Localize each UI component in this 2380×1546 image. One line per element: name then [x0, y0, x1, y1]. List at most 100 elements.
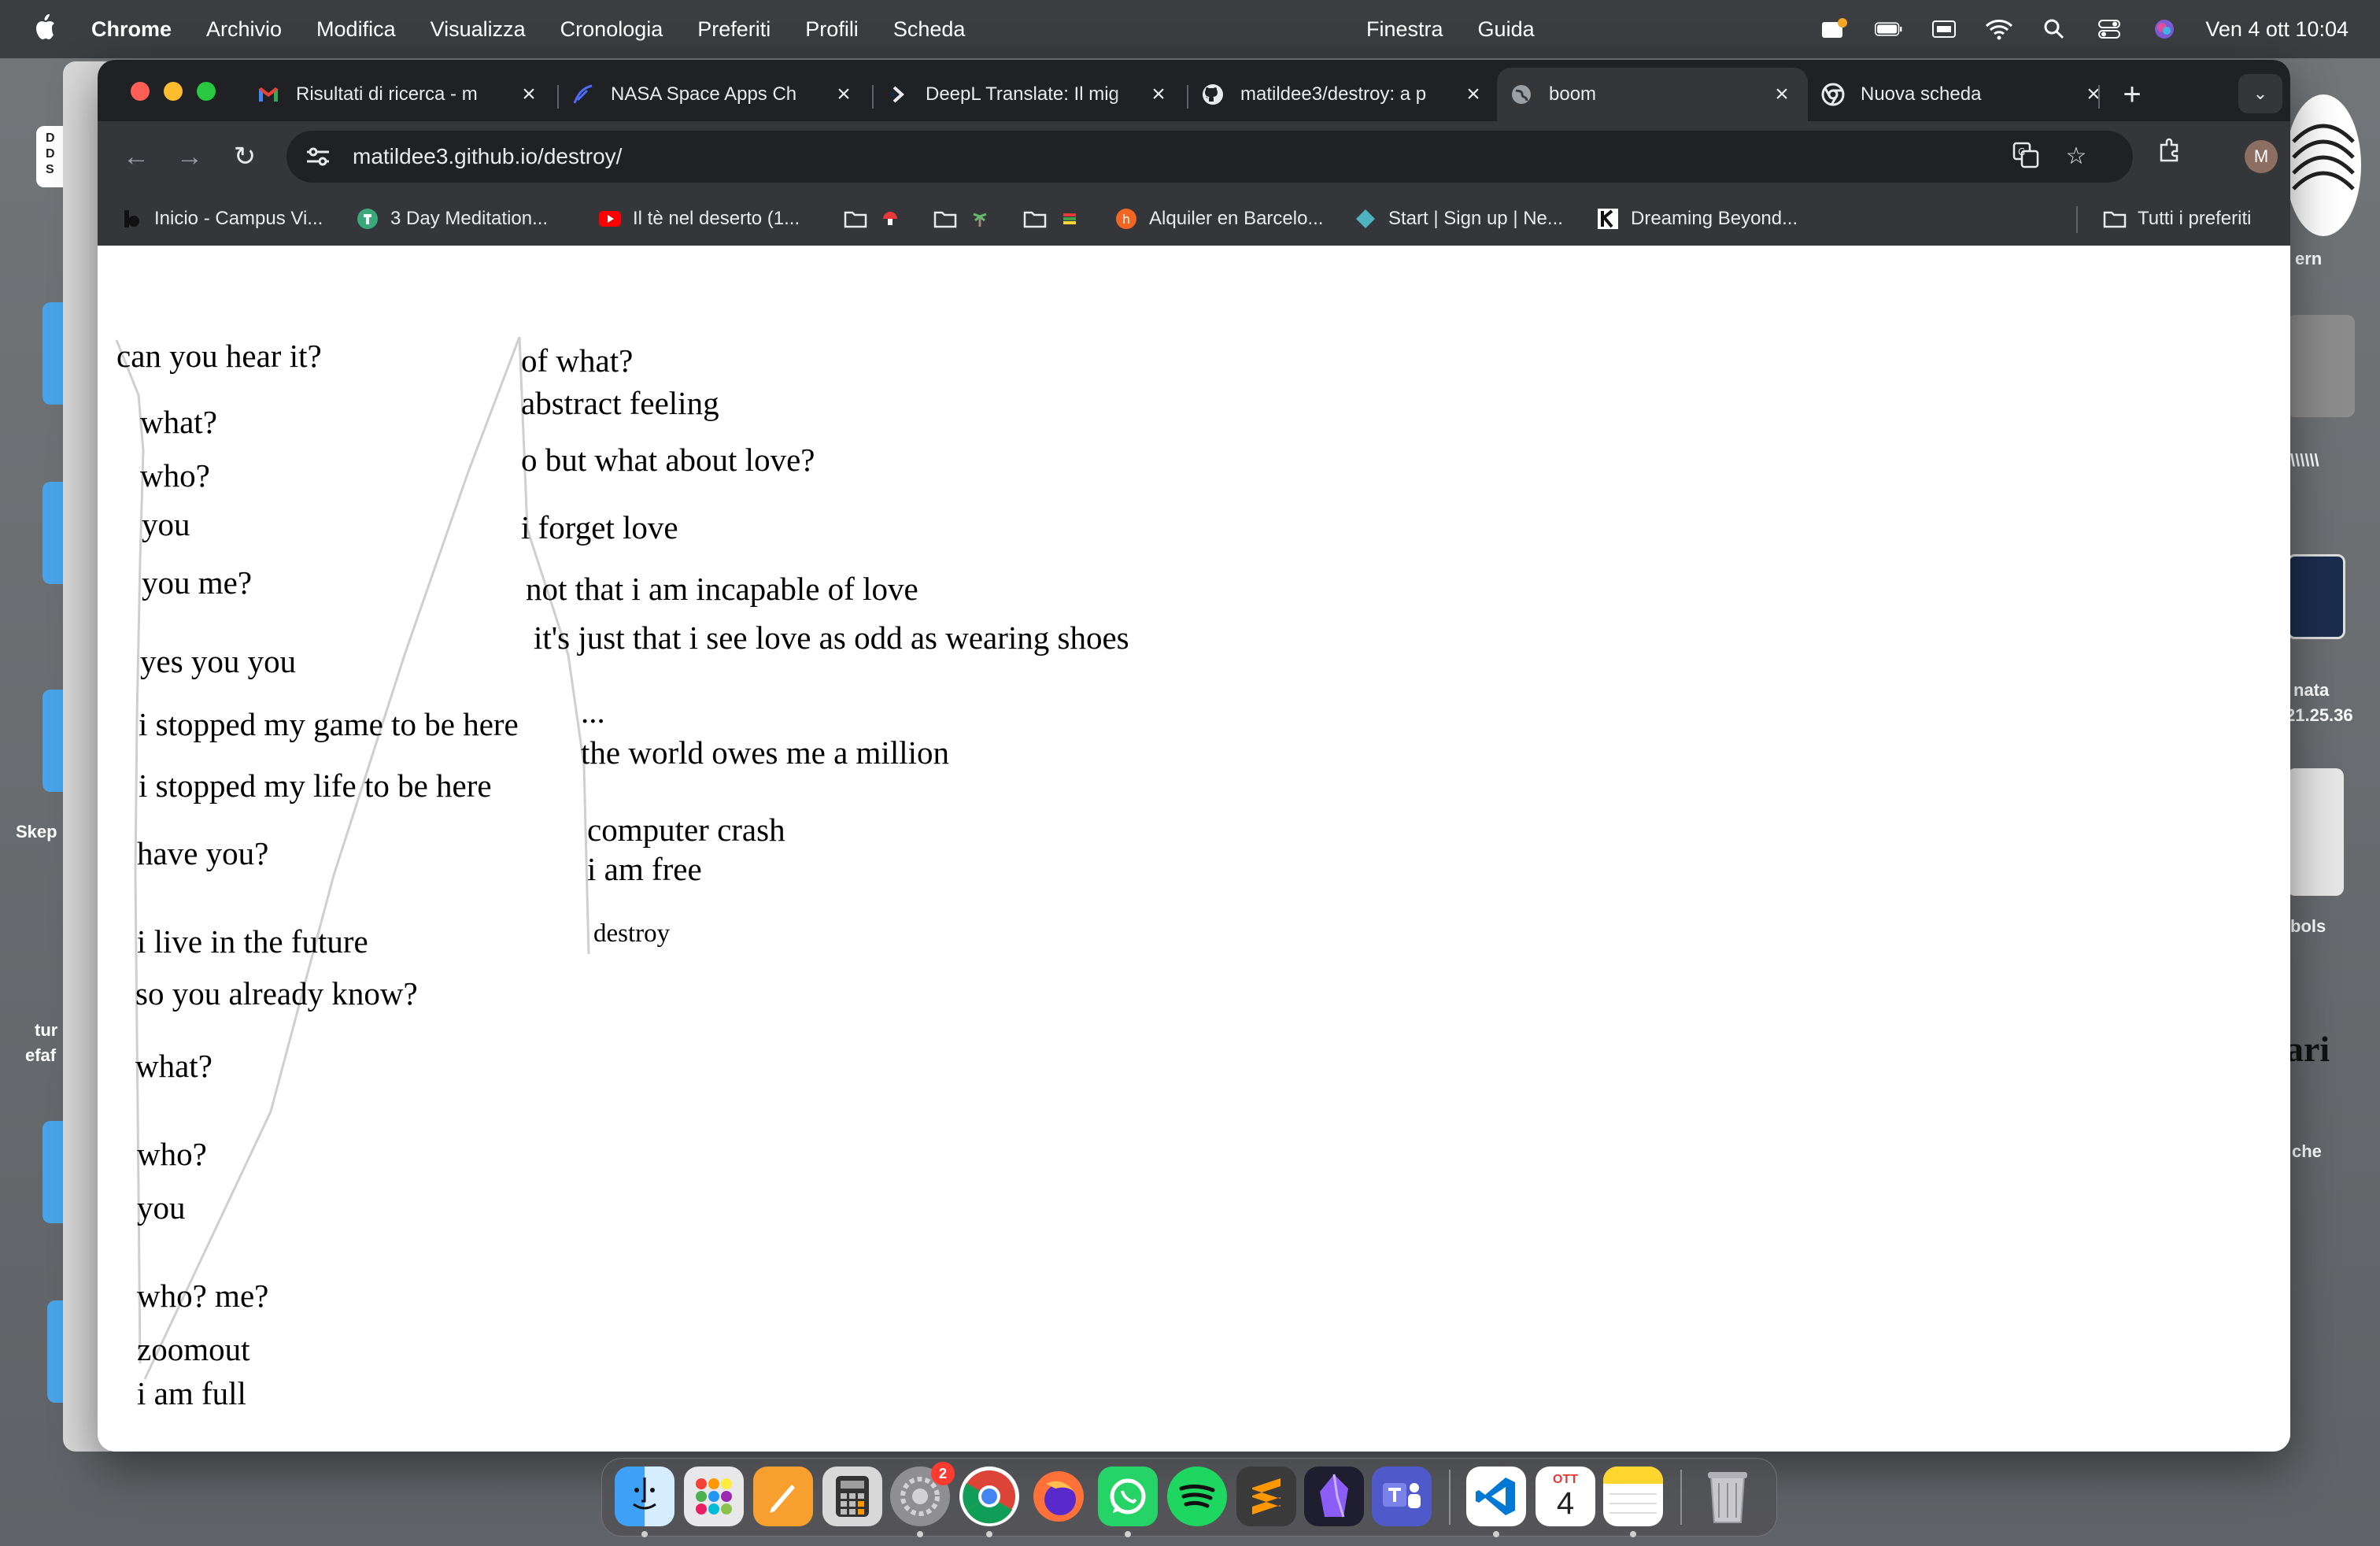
- spotify-icon[interactable]: [1167, 1466, 1227, 1526]
- folder-icon: [1023, 207, 1047, 231]
- menu-guida[interactable]: Guida: [1478, 17, 1535, 42]
- tab-nasa[interactable]: NASA Space Apps Ch ×: [559, 68, 870, 121]
- new-tab-button[interactable]: +: [2112, 76, 2152, 115]
- spotlight-search-icon[interactable]: [2040, 17, 2068, 41]
- poem-line: what?: [140, 404, 217, 440]
- desktop-image-icon[interactable]: [2286, 94, 2361, 236]
- calendar-day: 4: [1556, 1486, 1575, 1521]
- bookmark-all-folder[interactable]: Tutti i preferiti: [2103, 203, 2251, 235]
- bookmarks-bar: Inicio - Campus Vi... 3 Day Meditation..…: [98, 192, 2290, 246]
- bookmark-item[interactable]: Inicio - Campus Vi...: [120, 203, 323, 235]
- apple-menu-icon[interactable]: [33, 13, 65, 46]
- vscode-icon[interactable]: [1466, 1466, 1526, 1526]
- poem-line: you me?: [142, 564, 253, 601]
- profile-avatar[interactable]: M: [2245, 140, 2278, 173]
- launchpad-icon[interactable]: [684, 1466, 744, 1526]
- tab-title: matildee3/destroy: a p: [1240, 83, 1427, 105]
- calculator-icon[interactable]: [822, 1466, 882, 1526]
- finder-icon[interactable]: [615, 1466, 674, 1526]
- campus-icon: [120, 207, 143, 231]
- menu-app-name[interactable]: Chrome: [91, 17, 172, 42]
- bookmark-item[interactable]: 3 Day Meditation...: [356, 203, 548, 235]
- menu-preferiti[interactable]: Preferiti: [697, 17, 771, 42]
- trash-icon[interactable]: [1698, 1466, 1757, 1526]
- keyboard-icon[interactable]: [1930, 17, 1958, 41]
- firefox-icon[interactable]: [1029, 1466, 1088, 1526]
- pages-icon[interactable]: [753, 1466, 813, 1526]
- bookmark-folder[interactable]: [1023, 203, 1092, 235]
- tab-github[interactable]: matildee3/destroy: a p ×: [1188, 68, 1499, 121]
- menu-archivio[interactable]: Archivio: [206, 17, 282, 42]
- tab-search-chevron-icon[interactable]: ⌄: [2238, 74, 2282, 113]
- running-indicator: [917, 1531, 923, 1537]
- menu-finestra[interactable]: Finestra: [1366, 17, 1443, 42]
- sublime-icon[interactable]: [1236, 1466, 1296, 1526]
- battery-icon[interactable]: [1875, 17, 1903, 41]
- siri-icon[interactable]: [2150, 17, 2179, 41]
- bookmark-item[interactable]: h Alquiler en Barcelo...: [1114, 203, 1323, 235]
- browser-window: Risultati di ricerca - m × NASA Space Ap…: [98, 60, 2290, 1452]
- bookmark-star-icon[interactable]: ☆: [2060, 141, 2092, 172]
- wifi-icon[interactable]: [1985, 17, 2013, 41]
- url-text[interactable]: matildee3.github.io/destroy/: [353, 144, 622, 169]
- bookmark-label: Alquiler en Barcelo...: [1149, 208, 1324, 229]
- bookmark-folder[interactable]: [933, 203, 1003, 235]
- close-tab-icon[interactable]: ×: [1460, 81, 1487, 108]
- forward-arrow-icon[interactable]: →: [170, 137, 209, 176]
- tab-new-tab[interactable]: Nuova scheda ×: [1809, 68, 2119, 121]
- close-tab-icon[interactable]: ×: [516, 81, 542, 108]
- chrome-icon[interactable]: [959, 1466, 1019, 1526]
- poem-line: the world owes me a million: [581, 734, 949, 771]
- poem-line: i am free: [587, 851, 702, 887]
- desktop-label: efaf: [25, 1045, 57, 1065]
- translate-icon[interactable]: G: [2010, 141, 2042, 172]
- notification-icon[interactable]: [1820, 17, 1848, 41]
- running-indicator: [1630, 1531, 1636, 1537]
- menu-cronologia[interactable]: Cronologia: [560, 17, 663, 42]
- whatsapp-icon[interactable]: [1098, 1466, 1158, 1526]
- tab-gmail[interactable]: Risultati di ricerca - m ×: [244, 68, 555, 121]
- running-indicator: [1125, 1531, 1131, 1537]
- menu-modifica[interactable]: Modifica: [316, 17, 396, 42]
- bookmark-item[interactable]: Start | Sign up | Ne...: [1354, 203, 1563, 235]
- folder-icon: [933, 207, 957, 231]
- menu-scheda[interactable]: Scheda: [893, 17, 966, 42]
- back-arrow-icon[interactable]: ←: [116, 137, 156, 176]
- close-tab-icon[interactable]: ×: [1145, 81, 1172, 108]
- teams-icon[interactable]: [1372, 1466, 1432, 1526]
- bookmark-item[interactable]: Dreaming Beyond...: [1596, 203, 1798, 235]
- desktop: Chrome Archivio Modifica Visualizza Cron…: [0, 0, 2380, 1546]
- desktop-screenshot-icon[interactable]: [2287, 554, 2345, 639]
- poem-line: you: [137, 1189, 186, 1226]
- bookmark-folder[interactable]: [844, 203, 913, 235]
- tab-deepl[interactable]: DeepL Translate: Il mig ×: [874, 68, 1184, 121]
- poem-line: you: [142, 506, 190, 542]
- tab-boom[interactable]: boom ×: [1497, 68, 1808, 121]
- clock[interactable]: Ven 4 ott 10:04: [2205, 17, 2349, 42]
- close-tab-icon[interactable]: ×: [1768, 81, 1795, 108]
- desktop-photo-icon[interactable]: [2287, 315, 2355, 417]
- calendar-icon[interactable]: OTT 4: [1536, 1466, 1595, 1526]
- obsidian-icon[interactable]: [1304, 1466, 1364, 1526]
- palm-tree-icon: [968, 207, 992, 231]
- zoom-window-button[interactable]: [197, 82, 216, 101]
- desktop-document-icon[interactable]: [2287, 768, 2344, 896]
- poem-line: have you?: [137, 835, 269, 871]
- notes-icon[interactable]: [1603, 1466, 1663, 1526]
- close-tab-icon[interactable]: ×: [830, 81, 857, 108]
- minimize-window-button[interactable]: [164, 82, 183, 101]
- control-center-icon[interactable]: [2095, 17, 2123, 41]
- poem-line: i forget love: [521, 509, 678, 546]
- menu-visualizza[interactable]: Visualizza: [431, 17, 526, 42]
- menu-profili[interactable]: Profili: [805, 17, 859, 42]
- close-tab-icon[interactable]: ×: [2080, 81, 2107, 108]
- bookmark-item[interactable]: Il tè nel deserto (1...: [598, 203, 800, 235]
- close-window-button[interactable]: [131, 82, 150, 101]
- books-icon: [1058, 207, 1081, 231]
- extensions-icon[interactable]: [2150, 137, 2190, 176]
- address-bar[interactable]: matildee3.github.io/destroy/ G ☆: [286, 131, 2133, 183]
- reload-icon[interactable]: ↻: [225, 137, 264, 176]
- tab-title: Nuova scheda: [1861, 83, 1982, 105]
- site-info-icon[interactable]: [302, 141, 334, 172]
- system-settings-icon[interactable]: 2: [890, 1462, 955, 1526]
